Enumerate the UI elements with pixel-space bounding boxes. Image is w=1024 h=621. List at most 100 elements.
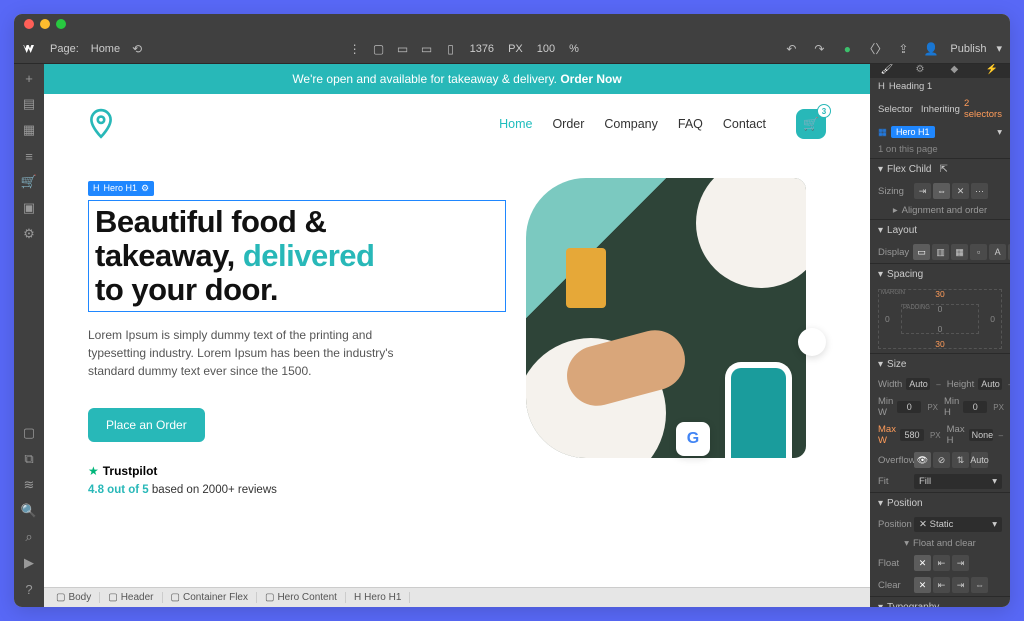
nav-item-order[interactable]: Order [552,117,584,131]
fit-dropdown[interactable]: Fill▾ [914,474,1002,489]
banner-cta[interactable]: Order Now [560,72,621,86]
clear-none-button[interactable]: ✕ [914,577,931,593]
breadcrumb-heroh1[interactable]: HHero H1 [346,592,410,603]
bp-mobile-landscape-icon[interactable]: ▭ [418,40,436,58]
overflow-scroll-button[interactable]: ⇅ [952,452,969,468]
page-name[interactable]: Home [91,43,120,55]
viewport-zoom[interactable]: 100 [533,43,559,55]
window-minimize-button[interactable] [40,19,50,29]
margin-bottom-value[interactable]: 30 [935,339,944,349]
pages-icon[interactable]: ▤ [21,96,37,112]
tab-style-manager-icon[interactable]: ◆ [951,64,965,78]
section-position[interactable]: ▾ Position [870,493,1010,514]
display-flex-button[interactable]: ▥ [932,244,949,260]
bp-mobile-icon[interactable]: ▯ [442,40,460,58]
place-order-button[interactable]: Place an Order [88,408,205,442]
display-grid-button[interactable]: ▦ [951,244,968,260]
webflow-logo-icon[interactable] [22,41,38,57]
margin-right[interactable]: 0 [990,314,995,324]
clear-left-button[interactable]: ⇤ [933,577,950,593]
overflow-hidden-button[interactable]: ⊘ [933,452,950,468]
status-ok-icon[interactable]: ● [838,40,856,58]
tag-gear-icon[interactable]: ⚙ [141,183,149,194]
publish-button[interactable]: Publish [950,43,986,55]
breadcrumb-container[interactable]: ▢Container Flex [163,592,257,603]
display-inline-button[interactable]: A [989,244,1006,260]
overflow-visible-button[interactable]: 👁 [914,452,931,468]
minh-input[interactable]: 0 [963,401,987,413]
selector-dropdown-icon[interactable]: ▾ [997,127,1002,138]
display-block-button[interactable]: ▭ [913,244,930,260]
section-typography[interactable]: ▾ Typography [870,597,1010,607]
clear-both-button[interactable]: ⇔ [971,577,988,593]
ruler-icon[interactable]: ≋ [21,477,37,493]
search-icon[interactable]: 🔍 [21,503,37,519]
bp-tablet-icon[interactable]: ▭ [394,40,412,58]
breadcrumb-body[interactable]: ▢Body [48,592,100,603]
grid-icon[interactable]: ⋮ [346,40,364,58]
cart-button[interactable]: 🛒 3 [796,109,826,139]
search2-icon[interactable]: ⌕ [21,529,37,545]
design-canvas[interactable]: We're open and available for takeaway & … [44,64,870,587]
settings-icon[interactable]: ⚙ [21,226,37,242]
code-icon[interactable]: 〈〉 [866,40,884,58]
tab-style-icon[interactable]: 🖌 [881,64,895,78]
nav-item-company[interactable]: Company [604,117,658,131]
add-element-icon[interactable]: + [21,70,37,86]
selected-element-box[interactable]: Beautiful food & takeaway, delivered to … [88,200,506,312]
avatar-icon[interactable]: 👤 [922,40,940,58]
selection-tag[interactable]: H Hero H1 ⚙ [88,181,154,196]
redo-icon[interactable]: ↷ [810,40,828,58]
section-size[interactable]: ▾ Size [870,354,1010,375]
section-spacing[interactable]: ▾ Spacing [870,264,1010,285]
width-input[interactable]: Auto [906,378,930,390]
brand-logo-icon[interactable] [88,108,114,140]
hero-heading[interactable]: Beautiful food & takeaway, delivered to … [95,205,499,307]
height-input[interactable]: Auto [978,378,1002,390]
minw-input[interactable]: 0 [897,401,921,413]
undo-preview-icon[interactable]: ⟲ [128,40,146,58]
position-dropdown[interactable]: ✕ Static▾ [914,517,1002,532]
ecommerce-icon[interactable]: 🛒 [21,174,37,190]
breadcrumb-herocontent[interactable]: ▢Hero Content [257,592,346,603]
assets-icon[interactable]: ▣ [21,200,37,216]
size-grow-button[interactable]: ⇔ [933,183,950,199]
display-none-button[interactable]: ⊘ [1008,244,1010,260]
size-none-button[interactable]: ✕ [952,183,969,199]
spacing-editor[interactable]: 30 0 0 30 0 0 MARGIN PADDING [878,289,1002,349]
undo-icon[interactable]: ↶ [782,40,800,58]
viewport-width[interactable]: 1376 [466,43,498,55]
float-clear-toggle[interactable]: Float and clear [913,538,976,549]
margin-left[interactable]: 0 [885,314,890,324]
float-none-button[interactable]: ✕ [914,555,931,571]
audit-icon[interactable]: ▢ [21,425,37,441]
padding-top[interactable]: 0 [938,304,943,314]
overflow-auto-button[interactable]: Auto [971,452,988,468]
window-close-button[interactable] [24,19,34,29]
float-left-button[interactable]: ⇤ [933,555,950,571]
bp-desktop-icon[interactable]: ▢ [370,40,388,58]
section-flex-child[interactable]: ▾ Flex Child⇱ [870,159,1010,180]
video-icon[interactable]: ▶ [21,555,37,571]
tab-settings-icon[interactable]: ⚙ [916,64,930,78]
hero-subtext[interactable]: Lorem Ipsum is simply dummy text of the … [88,326,428,380]
navigator-icon[interactable]: ⧉ [21,451,37,467]
display-inline-block-button[interactable]: ▫ [970,244,987,260]
nav-item-contact[interactable]: Contact [723,117,766,131]
maxw-input[interactable]: 580 [900,429,924,441]
float-right-button[interactable]: ⇥ [952,555,969,571]
align-order-label[interactable]: Alignment and order [902,205,988,216]
margin-top-value[interactable]: 30 [935,289,944,299]
breadcrumb-header[interactable]: ▢Header [100,592,162,603]
window-maximize-button[interactable] [56,19,66,29]
cms-icon[interactable]: ≡ [21,148,37,164]
nav-item-faq[interactable]: FAQ [678,117,703,131]
clear-right-button[interactable]: ⇥ [952,577,969,593]
publish-chevron-icon[interactable]: ▾ [996,42,1002,55]
help-icon[interactable]: ? [21,581,37,597]
maxh-input[interactable]: None [969,429,993,441]
nav-item-home[interactable]: Home [499,117,532,131]
export-icon[interactable]: ⇪ [894,40,912,58]
class-tag[interactable]: Hero H1 [891,126,935,138]
tab-interactions-icon[interactable]: ⚡ [986,64,1000,78]
